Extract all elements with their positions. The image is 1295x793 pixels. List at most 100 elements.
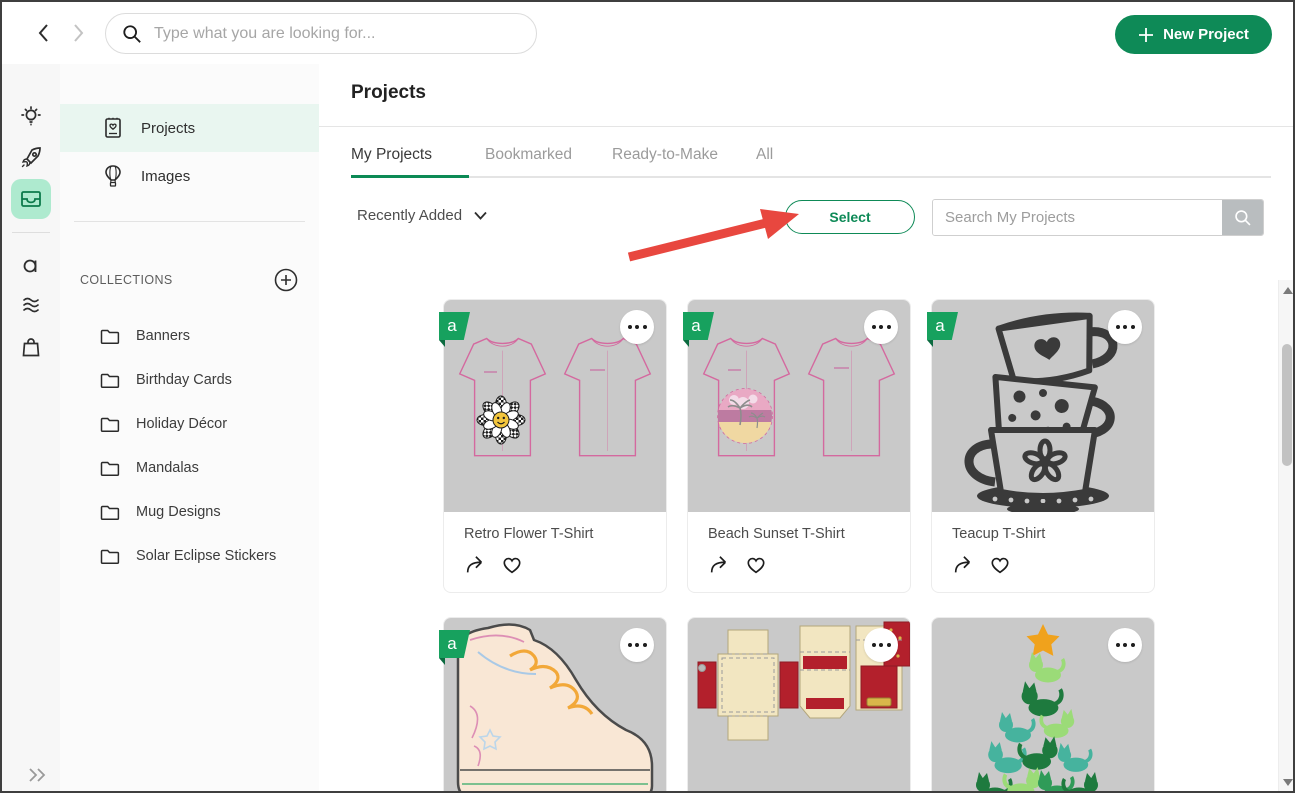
project-search xyxy=(932,199,1264,236)
project-title: Teacup T-Shirt xyxy=(952,526,1154,542)
back-button[interactable] xyxy=(30,20,56,46)
tab-track xyxy=(351,176,1271,178)
folder-icon xyxy=(100,503,120,521)
project-card[interactable] xyxy=(688,618,910,793)
bag-icon xyxy=(19,335,43,359)
tab-bookmarked[interactable]: Bookmarked xyxy=(485,146,572,164)
lightbulb-icon xyxy=(18,104,44,130)
rail-item-getting-started[interactable] xyxy=(11,138,51,178)
new-project-button[interactable]: New Project xyxy=(1115,15,1272,54)
share-button[interactable] xyxy=(708,554,730,576)
folder-icon xyxy=(100,327,120,345)
collection-label: Birthday Cards xyxy=(136,372,232,388)
sort-label: Recently Added xyxy=(357,207,462,224)
tab-ready-to-make[interactable]: Ready-to-Make xyxy=(612,146,718,164)
sidebar-item-images[interactable]: Images xyxy=(60,152,319,200)
rocket-icon xyxy=(18,145,44,171)
project-thumbnail: a xyxy=(932,300,1154,512)
card-menu-button[interactable] xyxy=(864,628,898,662)
heart-icon xyxy=(745,554,767,576)
scrollbar[interactable] xyxy=(1278,280,1295,793)
rail-expand-button[interactable] xyxy=(20,766,54,784)
app-window: New Project xyxy=(0,0,1295,793)
collection-item-mandalas[interactable]: Mandalas xyxy=(60,446,319,490)
rail-item-shop[interactable] xyxy=(11,327,51,367)
collection-item-solar-eclipse-stickers[interactable]: Solar Eclipse Stickers xyxy=(60,534,319,578)
card-footer: Beach Sunset T-Shirt xyxy=(688,512,910,592)
global-search-input[interactable] xyxy=(152,24,520,44)
rail-item-projects[interactable] xyxy=(11,179,51,219)
project-card[interactable]: a Beach Sunset T-Shirt xyxy=(688,300,910,592)
project-thumbnail xyxy=(688,618,910,793)
favorite-button[interactable] xyxy=(501,554,523,576)
card-menu-button[interactable] xyxy=(864,310,898,344)
project-title: Beach Sunset T-Shirt xyxy=(708,526,910,542)
share-button[interactable] xyxy=(464,554,486,576)
tab-my-projects[interactable]: My Projects xyxy=(351,146,432,164)
tab-all[interactable]: All xyxy=(756,146,773,164)
forward-button[interactable] xyxy=(66,20,92,46)
rail-item-access[interactable] xyxy=(11,244,51,284)
project-search-input[interactable] xyxy=(933,200,1222,235)
card-menu-button[interactable] xyxy=(1108,628,1142,662)
badge-letter: a xyxy=(935,316,944,336)
scroll-down-arrow[interactable] xyxy=(1283,779,1293,786)
project-search-submit-button[interactable] xyxy=(1222,200,1263,235)
plus-icon xyxy=(1138,27,1154,43)
rail-item-patterns[interactable] xyxy=(11,285,51,325)
project-card[interactable]: a Retro Flower T-Shirt xyxy=(444,300,666,592)
sidebar-item-projects[interactable]: Projects xyxy=(60,104,319,152)
add-collection-button[interactable] xyxy=(273,267,299,293)
sort-dropdown[interactable]: Recently Added xyxy=(351,206,493,225)
rail-item-inspiration[interactable] xyxy=(11,97,51,137)
collection-label: Solar Eclipse Stickers xyxy=(136,548,276,564)
project-thumbnail: a xyxy=(444,618,666,793)
title-divider xyxy=(319,126,1295,127)
collection-item-holiday-decor[interactable]: Holiday Décor xyxy=(60,402,319,446)
collection-item-birthday-cards[interactable]: Birthday Cards xyxy=(60,358,319,402)
project-card[interactable]: a Teacup T-Shirt xyxy=(932,300,1154,592)
collection-label: Mug Designs xyxy=(136,504,221,520)
collection-item-mug-designs[interactable]: Mug Designs xyxy=(60,490,319,534)
badge-letter: a xyxy=(691,316,700,336)
share-button[interactable] xyxy=(952,554,974,576)
favorite-button[interactable] xyxy=(989,554,1011,576)
a-logo-icon xyxy=(19,252,43,276)
card-menu-button[interactable] xyxy=(620,310,654,344)
card-menu-button[interactable] xyxy=(620,628,654,662)
sidebar-divider xyxy=(74,221,305,222)
collection-item-banners[interactable]: Banners xyxy=(60,314,319,358)
card-menu-button[interactable] xyxy=(1108,310,1142,344)
plus-circle-icon xyxy=(273,267,299,293)
sidebar-item-label: Images xyxy=(141,168,190,185)
favorite-button[interactable] xyxy=(745,554,767,576)
page-title: Projects xyxy=(351,82,426,104)
project-thumbnail: a xyxy=(444,300,666,512)
sidebar: Projects Images COLLECTIONS Banners xyxy=(60,64,320,793)
icon-rail xyxy=(2,64,61,793)
collection-label: Holiday Décor xyxy=(136,416,227,432)
badge-letter: a xyxy=(447,316,456,336)
hot-air-balloon-icon xyxy=(102,164,124,188)
collections-header: COLLECTIONS xyxy=(80,265,299,295)
active-tab-underline xyxy=(351,175,469,178)
folder-icon xyxy=(100,415,120,433)
search-icon xyxy=(122,24,142,44)
card-footer: Retro Flower T-Shirt xyxy=(444,512,666,592)
global-search xyxy=(105,13,537,54)
card-footer: Teacup T-Shirt xyxy=(932,512,1154,592)
project-thumbnail xyxy=(932,618,1154,793)
project-card[interactable]: a xyxy=(444,618,666,793)
rail-divider xyxy=(12,232,50,233)
scroll-up-arrow[interactable] xyxy=(1283,287,1293,294)
folder-icon xyxy=(100,371,120,389)
project-card[interactable] xyxy=(932,618,1154,793)
share-icon xyxy=(952,554,974,576)
chevron-left-icon xyxy=(37,23,49,43)
inbox-icon xyxy=(19,187,43,211)
select-button[interactable]: Select xyxy=(785,200,915,234)
folder-icon xyxy=(100,459,120,477)
top-bar: New Project xyxy=(2,2,1293,65)
share-icon xyxy=(708,554,730,576)
scrollbar-thumb[interactable] xyxy=(1282,344,1292,466)
